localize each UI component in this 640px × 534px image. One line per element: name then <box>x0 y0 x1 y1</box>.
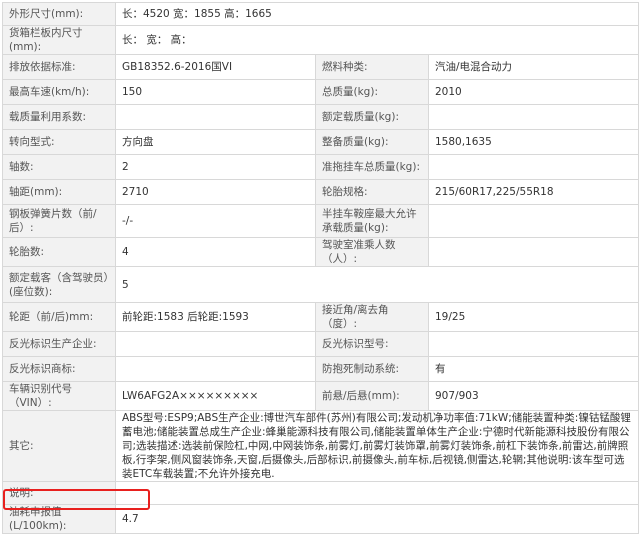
spec-value: LW6AFG2A××××××××× <box>115 381 316 411</box>
spec-label: 额定载客（含驾驶员）(座位数): <box>2 266 116 303</box>
table-row: 轮距（前/后)mm: 前轮距:1583 后轮距:1593 接近角/离去角（度）:… <box>2 302 639 332</box>
table-row: 载质量利用系数: 额定载质量(kg): <box>2 104 639 130</box>
spec-label: 反光标识型号: <box>315 331 429 357</box>
spec-label: 前悬/后悬(mm): <box>315 381 429 411</box>
spec-value: 长：4520 宽：1855 高：1665 <box>115 2 639 26</box>
table-row: 钢板弹簧片数（前/后）: -/- 半挂车鞍座最大允许承载质量(kg): <box>2 204 639 238</box>
spec-value: 前轮距:1583 后轮距:1593 <box>115 302 316 332</box>
spec-label: 防抱死制动系统: <box>315 356 429 382</box>
table-row: 排放依据标准: GB18352.6-2016国VI 燃料种类: 汽油/电混合动力 <box>2 54 639 80</box>
table-row: 转向型式: 方向盘 整备质量(kg): 1580,1635 <box>2 129 639 155</box>
spec-value: 19/25 <box>428 302 639 332</box>
spec-value: 2710 <box>115 179 316 205</box>
spec-value: 907/903 <box>428 381 639 411</box>
spec-value: 4 <box>115 237 316 267</box>
spec-value <box>115 481 639 505</box>
spec-value <box>428 104 639 130</box>
spec-value: 1580,1635 <box>428 129 639 155</box>
spec-value: 150 <box>115 79 316 105</box>
table-row: 轴数: 2 准拖挂车总质量(kg): <box>2 154 639 180</box>
spec-label: 接近角/离去角（度）: <box>315 302 429 332</box>
spec-value <box>428 237 639 267</box>
table-row: 车辆识别代号（VIN）: LW6AFG2A××××××××× 前悬/后悬(mm)… <box>2 381 639 411</box>
spec-label: 载质量利用系数: <box>2 104 116 130</box>
spec-value: 方向盘 <box>115 129 316 155</box>
table-row: 轮胎数: 4 驾驶室准乘人数（人）: <box>2 237 639 267</box>
spec-label: 最高车速(km/h): <box>2 79 116 105</box>
spec-label: 反光标识商标: <box>2 356 116 382</box>
spec-value <box>428 154 639 180</box>
spec-label: 燃料种类: <box>315 54 429 80</box>
spec-value: 汽油/电混合动力 <box>428 54 639 80</box>
spec-label: 外形尺寸(mm): <box>2 2 116 26</box>
spec-value: 长： 宽： 高： <box>115 25 639 55</box>
spec-value <box>115 356 316 382</box>
spec-label: 半挂车鞍座最大允许承载质量(kg): <box>315 204 429 238</box>
spec-label: 驾驶室准乘人数（人）: <box>315 237 429 267</box>
spec-value: 4.7 <box>115 504 639 534</box>
spec-label: 钢板弹簧片数（前/后）: <box>2 204 116 238</box>
spec-value: -/- <box>115 204 316 238</box>
spec-value: 2010 <box>428 79 639 105</box>
spec-value: 5 <box>115 266 639 303</box>
table-row: 轴距(mm): 2710 轮胎规格: 215/60R17,225/55R18 <box>2 179 639 205</box>
spec-value: ABS型号:ESP9;ABS生产企业:博世汽车部件(苏州)有限公司;发动机净功率… <box>115 410 639 482</box>
spec-label: 转向型式: <box>2 129 116 155</box>
table-row: 说明: <box>2 481 639 505</box>
spec-label: 排放依据标准: <box>2 54 116 80</box>
spec-value <box>428 204 639 238</box>
table-row: 最高车速(km/h): 150 总质量(kg): 2010 <box>2 79 639 105</box>
vehicle-spec-table: 外形尺寸(mm): 长：4520 宽：1855 高：1665 货箱栏板内尺寸(m… <box>2 2 639 534</box>
spec-value <box>115 104 316 130</box>
spec-label: 整备质量(kg): <box>315 129 429 155</box>
spec-label: 货箱栏板内尺寸(mm): <box>2 25 116 55</box>
spec-value: GB18352.6-2016国VI <box>115 54 316 80</box>
table-row: 油耗申报值(L/100km): 4.7 <box>2 504 639 534</box>
spec-label: 轮距（前/后)mm: <box>2 302 116 332</box>
spec-value: 2 <box>115 154 316 180</box>
spec-label: 车辆识别代号（VIN）: <box>2 381 116 411</box>
spec-label: 反光标识生产企业: <box>2 331 116 357</box>
table-row: 其它: ABS型号:ESP9;ABS生产企业:博世汽车部件(苏州)有限公司;发动… <box>2 410 639 482</box>
spec-value <box>115 331 316 357</box>
spec-label: 轴数: <box>2 154 116 180</box>
spec-label: 说明: <box>2 481 116 505</box>
table-row: 反光标识生产企业: 反光标识型号: <box>2 331 639 357</box>
table-row: 额定载客（含驾驶员）(座位数): 5 <box>2 266 639 303</box>
spec-label: 轮胎数: <box>2 237 116 267</box>
spec-value: 有 <box>428 356 639 382</box>
spec-label: 总质量(kg): <box>315 79 429 105</box>
spec-value: 215/60R17,225/55R18 <box>428 179 639 205</box>
spec-label: 额定载质量(kg): <box>315 104 429 130</box>
spec-label: 准拖挂车总质量(kg): <box>315 154 429 180</box>
table-row: 货箱栏板内尺寸(mm): 长： 宽： 高： <box>2 25 639 55</box>
spec-label: 其它: <box>2 410 116 482</box>
spec-label: 油耗申报值(L/100km): <box>2 504 116 534</box>
table-row: 反光标识商标: 防抱死制动系统: 有 <box>2 356 639 382</box>
table-row: 外形尺寸(mm): 长：4520 宽：1855 高：1665 <box>2 2 639 26</box>
spec-value <box>428 331 639 357</box>
spec-label: 轮胎规格: <box>315 179 429 205</box>
spec-label: 轴距(mm): <box>2 179 116 205</box>
